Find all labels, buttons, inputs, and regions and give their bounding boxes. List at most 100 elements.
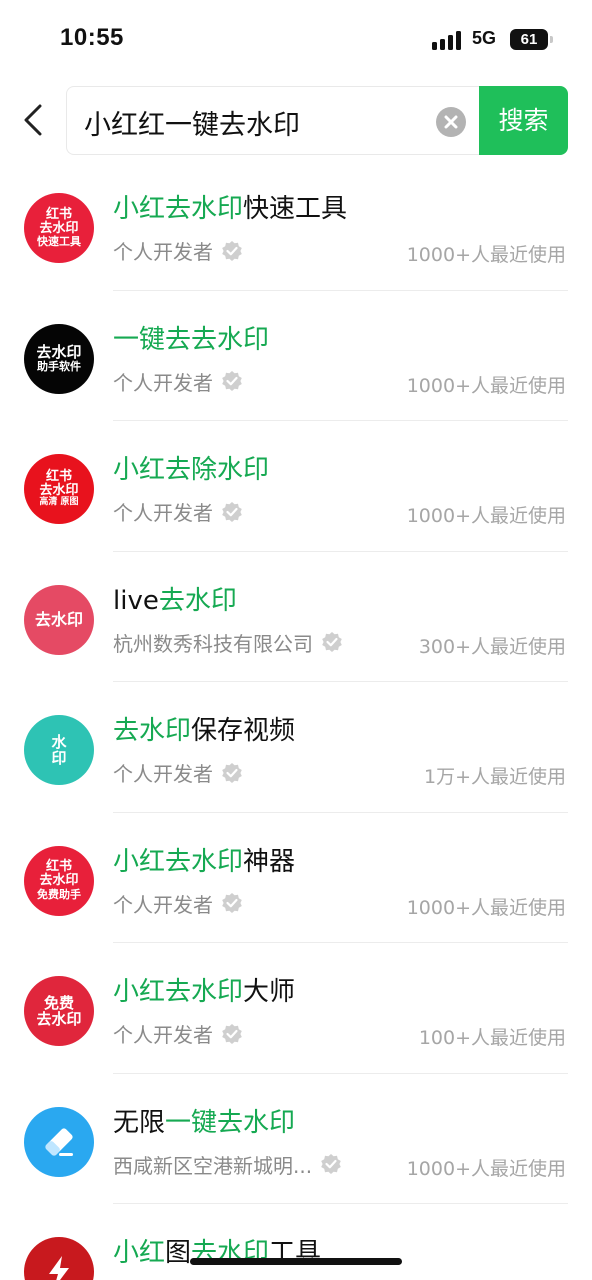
verified-badge-icon bbox=[221, 370, 243, 392]
result-item[interactable]: 小红图去水印工具 bbox=[0, 1204, 592, 1280]
signal-icon bbox=[432, 30, 464, 50]
title-highlight: 一键去水印 bbox=[165, 1107, 296, 1138]
result-item[interactable]: 无限一键去水印西咸新区空港新城明... 1000+人最近使用 bbox=[0, 1074, 592, 1204]
result-title: 小红去水印神器 bbox=[113, 841, 295, 878]
usage-count: 1000+人最近使用 bbox=[406, 896, 566, 919]
result-title: live去水印 bbox=[113, 580, 237, 617]
app-icon-text: 红书 bbox=[45, 206, 72, 222]
developer-name: 个人开发者 bbox=[113, 240, 213, 264]
network-type: 5G bbox=[472, 28, 497, 48]
app-icon-text: 去水印 bbox=[34, 609, 83, 629]
title-text: 快速工具 bbox=[243, 194, 348, 224]
title-highlight: 小红去水印 bbox=[113, 194, 244, 224]
app-icon-text: 快速工具 bbox=[37, 235, 81, 249]
usage-count: 300+人最近使用 bbox=[418, 635, 566, 658]
title-text: live bbox=[113, 585, 159, 616]
result-item[interactable]: 红书 去水印 高清 原图 小红去除水印个人开发者 1000+人最近使用 bbox=[0, 421, 592, 552]
title-highlight: 小红去水印 bbox=[113, 846, 244, 877]
search-input[interactable]: 小红红一键去水印 bbox=[66, 86, 480, 155]
app-icon-text: 去水印 bbox=[36, 343, 82, 362]
back-button[interactable] bbox=[18, 100, 54, 140]
developer-name: 个人开发者 bbox=[113, 370, 213, 395]
app-icon: 去水印 bbox=[24, 584, 94, 655]
app-icon-text: 助手软件 bbox=[37, 359, 81, 373]
usage-count: 1000+人最近使用 bbox=[406, 505, 566, 527]
usage-count: 1万+人最近使用 bbox=[423, 766, 566, 788]
app-icon: 免费 去水印 bbox=[24, 976, 94, 1046]
app-icon-text: 去水印 bbox=[39, 873, 79, 889]
search-bar: 小红红一键去水印 搜索 bbox=[0, 86, 592, 156]
result-item[interactable]: 红书 去水印 快速工具 小红去水印快速工具 个人开发者 1000+人最近使用 bbox=[0, 160, 592, 291]
developer-name: 个人开发者 bbox=[113, 892, 213, 917]
app-icon: 红书 去水印 免费助手 bbox=[24, 845, 94, 916]
title-text: 无限 bbox=[113, 1107, 166, 1138]
usage-count: 1000+人最近使用 bbox=[406, 1157, 566, 1180]
status-bar: 10:55 5G 61 bbox=[0, 0, 592, 80]
title-text: 保存视频 bbox=[191, 716, 296, 746]
verified-badge-icon bbox=[221, 240, 243, 262]
verified-badge-icon bbox=[221, 892, 243, 914]
app-icon: 去水印 助手软件 bbox=[24, 323, 94, 394]
developer-line: 西咸新区空港新城明... bbox=[113, 1150, 342, 1179]
bolt-icon bbox=[49, 1256, 69, 1280]
developer-line: 个人开发者 bbox=[113, 497, 243, 526]
verified-badge-icon bbox=[221, 762, 243, 784]
app-icon bbox=[24, 1237, 94, 1280]
developer-line: 个人开发者 bbox=[113, 758, 243, 787]
app-icon bbox=[24, 1106, 94, 1177]
app-icon-text: 印 bbox=[51, 749, 67, 767]
verified-badge-icon bbox=[221, 1023, 243, 1045]
app-icon: 红书 去水印 高清 原图 bbox=[24, 454, 94, 524]
result-title: 去水印保存视频 bbox=[113, 710, 295, 747]
search-button[interactable]: 搜索 bbox=[479, 86, 568, 155]
app-icon-text: 红书 bbox=[45, 468, 72, 484]
title-highlight: 一键去去水印 bbox=[113, 324, 270, 355]
home-indicator bbox=[190, 1258, 402, 1265]
app-icon: 水印 bbox=[24, 715, 94, 785]
app-icon-text: 去水印 bbox=[36, 1010, 82, 1028]
result-title: 无限一键去水印 bbox=[113, 1102, 295, 1139]
app-icon-text: 免费助手 bbox=[37, 887, 81, 901]
developer-line: 个人开发者 bbox=[113, 236, 243, 265]
verified-badge-icon bbox=[221, 501, 243, 523]
result-title: 小红去水印大师 bbox=[113, 971, 295, 1008]
verified-badge-icon bbox=[321, 631, 343, 653]
back-chevron-icon bbox=[24, 104, 42, 136]
title-highlight: 小红 bbox=[113, 1238, 166, 1268]
clear-icon bbox=[444, 115, 458, 129]
eraser-icon bbox=[45, 1127, 73, 1156]
battery-tip bbox=[550, 36, 553, 43]
usage-count: 1000+人最近使用 bbox=[406, 374, 566, 397]
developer-name: 西咸新区空港新城明... bbox=[113, 1153, 313, 1178]
app-icon-text: 高清 原图 bbox=[39, 497, 79, 508]
verified-badge-icon bbox=[320, 1153, 342, 1175]
status-time: 10:55 bbox=[60, 24, 124, 51]
title-text: 大师 bbox=[243, 977, 296, 1007]
results-list: 红书 去水印 快速工具 小红去水印快速工具 个人开发者 1000+人最近使用 去水印 助手软件… bbox=[0, 160, 592, 1280]
title-highlight: 小红去除水印 bbox=[113, 455, 270, 485]
result-title: 小红去水印快速工具 bbox=[113, 188, 347, 225]
clear-button[interactable] bbox=[436, 107, 466, 137]
developer-line: 个人开发者 bbox=[113, 1019, 243, 1048]
battery-icon: 61 bbox=[510, 29, 548, 50]
developer-line: 个人开发者 bbox=[113, 367, 243, 396]
developer-name: 个人开发者 bbox=[113, 501, 213, 525]
result-item[interactable]: 去水印 助手软件 一键去去水印 个人开发者 1000+人最近使用 bbox=[0, 291, 592, 421]
result-item[interactable]: 去水印 live去水印 杭州数秀科技有限公司 300+人最近使用 bbox=[0, 552, 592, 682]
usage-count: 100+人最近使用 bbox=[418, 1027, 566, 1049]
result-item[interactable]: 水印去水印保存视频 个人开发者 1万+人最近使用 bbox=[0, 682, 592, 813]
title-text: 图 bbox=[165, 1238, 192, 1268]
usage-count: 1000+人最近使用 bbox=[406, 244, 566, 266]
app-icon: 红书 去水印 快速工具 bbox=[24, 193, 94, 263]
developer-name: 个人开发者 bbox=[113, 1023, 213, 1047]
app-icon-text: 免费 bbox=[43, 993, 74, 1012]
result-title: 一键去去水印 bbox=[113, 319, 269, 356]
app-icon-text: 水 bbox=[51, 732, 67, 751]
title-highlight: 去水印 bbox=[113, 716, 192, 746]
developer-name: 杭州数秀科技有限公司 bbox=[113, 631, 313, 656]
result-item[interactable]: 免费 去水印 小红去水印大师 个人开发者 100+人最近使用 bbox=[0, 943, 592, 1074]
search-query[interactable]: 小红红一键去水印 bbox=[84, 103, 300, 142]
title-highlight: 去水印 bbox=[158, 585, 237, 616]
result-item[interactable]: 红书 去水印 免费助手 小红去水印神器个人开发者 1000+人最近使用 bbox=[0, 813, 592, 943]
title-text: 神器 bbox=[243, 846, 296, 877]
